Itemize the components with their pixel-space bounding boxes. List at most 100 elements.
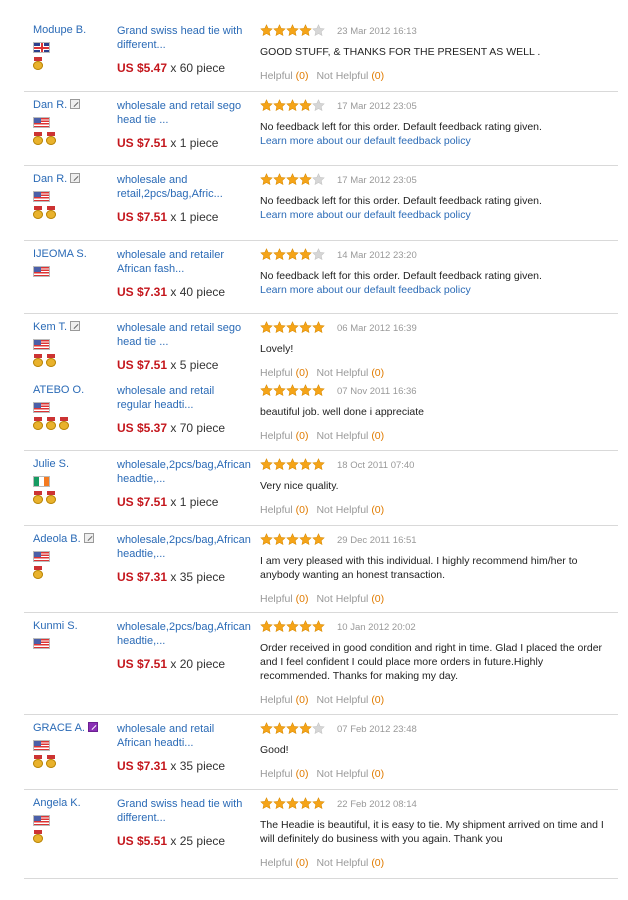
order-info: Grand swiss head tie with different... US … (117, 797, 253, 848)
feedback-content: 07 Feb 2012 23:48 Good! Helpful (0) Not Hel… (260, 722, 614, 780)
product-link[interactable]: wholesale and retail sego head tie ... (117, 321, 253, 349)
helpful-button[interactable]: Helpful (0) (260, 593, 308, 605)
edit-note-icon (70, 173, 81, 183)
product-link[interactable]: wholesale and retailer African fash... (117, 248, 253, 276)
star-rating (260, 797, 325, 811)
medal-icon (33, 206, 43, 219)
buyer-info: Dan R. (33, 173, 113, 220)
feedback-content: 18 Oct 2011 07:40 Very nice quality. Helpf… (260, 458, 614, 516)
helpful-button[interactable]: Helpful (0) (260, 768, 308, 780)
star-filled-icon (312, 620, 325, 633)
edit-note-icon (83, 533, 94, 543)
helpful-button[interactable]: Helpful (0) (260, 504, 308, 516)
order-price-quantity: US $7.31 x 40 piece (117, 285, 253, 299)
star-filled-icon (273, 722, 286, 735)
buyer-name[interactable]: Julie S. (33, 458, 69, 470)
feedback-message-line: anybody wanting an honest transaction. (260, 569, 446, 581)
feedback-message-line: Good! (260, 744, 289, 756)
medal-icon (46, 491, 56, 504)
product-link[interactable]: wholesale,2pcs/bag,African headtie,... (117, 620, 253, 648)
product-link[interactable]: wholesale and retail sego head tie ... (117, 99, 253, 127)
country-flag-icon (33, 815, 50, 826)
helpful-button[interactable]: Helpful (0) (260, 694, 308, 706)
not-helpful-button[interactable]: Not Helpful (0) (316, 70, 384, 82)
order-price-quantity: US $7.31 x 35 piece (117, 570, 253, 584)
star-rating (260, 99, 325, 113)
helpful-button[interactable]: Helpful (0) (260, 857, 308, 869)
not-helpful-button[interactable]: Not Helpful (0) (316, 504, 384, 516)
buyer-name[interactable]: Adeola B. (33, 533, 81, 545)
order-price-quantity: US $5.51 x 25 piece (117, 834, 253, 848)
helpful-votes: Helpful (0) Not Helpful (0) (260, 768, 614, 780)
country-flag-icon (33, 402, 50, 413)
helpful-button[interactable]: Helpful (0) (260, 70, 308, 82)
star-filled-icon (260, 722, 273, 735)
buyer-name[interactable]: Dan R. (33, 99, 67, 111)
not-helpful-button[interactable]: Not Helpful (0) (316, 768, 384, 780)
edit-note-icon (70, 321, 81, 331)
feedback-message: No feedback left for this order. Default… (260, 194, 614, 208)
feedback-content: 06 Mar 2012 16:39 Lovely! Helpful (0) Not H… (260, 321, 614, 379)
feedback-message: beautiful job. well done i appreciate (260, 405, 614, 419)
feedback-message-line: The Headie is beautiful, it is easy to t… (260, 819, 604, 831)
not-helpful-count: (0) (371, 694, 385, 706)
helpful-votes: Helpful (0) Not Helpful (0) (260, 593, 614, 605)
buyer-name[interactable]: Kunmi S. (33, 620, 78, 632)
product-link[interactable]: Grand swiss head tie with different... (117, 24, 253, 52)
product-link[interactable]: wholesale and retail,2pcs/bag,Afric... (117, 173, 253, 201)
star-filled-icon (286, 384, 299, 397)
default-feedback-policy-link[interactable]: Learn more about our default feedback po… (260, 134, 614, 148)
feedback-message-line: I am very pleased with this individual. … (260, 555, 578, 567)
product-title-line: different... (117, 39, 166, 51)
order-quantity: x 1 piece (167, 136, 219, 150)
star-filled-icon (273, 620, 286, 633)
feedback-date: 14 Mar 2012 23:20 (337, 249, 417, 261)
star-rating (260, 321, 325, 335)
order-info: wholesale and retail,2pcs/bag,Afric... US … (117, 173, 253, 224)
buyer-name[interactable]: Kem T. (33, 321, 67, 333)
not-helpful-button[interactable]: Not Helpful (0) (316, 593, 384, 605)
unit-price: US $5.37 (117, 421, 168, 435)
star-filled-icon (286, 173, 299, 186)
star-filled-icon (286, 248, 299, 261)
not-helpful-button[interactable]: Not Helpful (0) (316, 694, 384, 706)
order-price-quantity: US $7.51 x 1 piece (117, 495, 253, 509)
feedback-content: 07 Nov 2011 16:36 beautiful job. well don… (260, 384, 614, 442)
buyer-info: IJEOMA S. (33, 248, 113, 277)
buyer-name[interactable]: ATEBO O. (33, 384, 84, 396)
buyer-name[interactable]: IJEOMA S. (33, 248, 87, 260)
not-helpful-button[interactable]: Not Helpful (0) (316, 857, 384, 869)
helpful-button[interactable]: Helpful (0) (260, 430, 308, 442)
feedback-row: GRACE A. wholesale and retail African head… (24, 715, 618, 790)
not-helpful-count: (0) (371, 593, 385, 605)
star-filled-icon (299, 797, 312, 810)
default-feedback-policy-link[interactable]: Learn more about our default feedback po… (260, 283, 614, 297)
star-filled-icon (260, 620, 273, 633)
not-helpful-button[interactable]: Not Helpful (0) (316, 430, 384, 442)
star-empty-icon (312, 173, 325, 186)
product-title-line: wholesale and retailer (117, 249, 225, 261)
product-link[interactable]: wholesale and retail regular headti... (117, 384, 253, 412)
medal-icon (46, 417, 56, 430)
star-filled-icon (260, 24, 273, 37)
product-link[interactable]: Grand swiss head tie with different... (117, 797, 253, 825)
default-feedback-policy-link[interactable]: Learn more about our default feedback po… (260, 208, 614, 222)
star-filled-icon (273, 458, 286, 471)
star-filled-icon (286, 99, 299, 112)
product-link[interactable]: wholesale,2pcs/bag,African headtie,... (117, 533, 253, 561)
buyer-name[interactable]: Dan R. (33, 173, 67, 185)
feedback-row: Dan R. wholesale and retail sego head tie … (24, 92, 618, 166)
feedback-message-line: Order received in good condition and rig… (260, 642, 603, 654)
buyer-name[interactable]: Modupe B. (33, 24, 86, 36)
product-link[interactable]: wholesale and retail African headti... (117, 722, 253, 750)
buyer-name[interactable]: Angela K. (33, 797, 81, 809)
feedback-content: 14 Mar 2012 23:20 No feedback left for th… (260, 248, 614, 297)
product-title-line: Grand swiss head tie with (117, 798, 243, 810)
product-title-line: regular headti... (117, 399, 194, 411)
product-link[interactable]: wholesale,2pcs/bag,African headtie,... (117, 458, 253, 486)
feedback-content: 17 Mar 2012 23:05 No feedback left for th… (260, 99, 614, 148)
feedback-message-line: Lovely! (260, 343, 294, 355)
unit-price: US $5.51 (117, 834, 168, 848)
buyer-name[interactable]: GRACE A. (33, 722, 85, 734)
medal-icon (33, 417, 43, 430)
